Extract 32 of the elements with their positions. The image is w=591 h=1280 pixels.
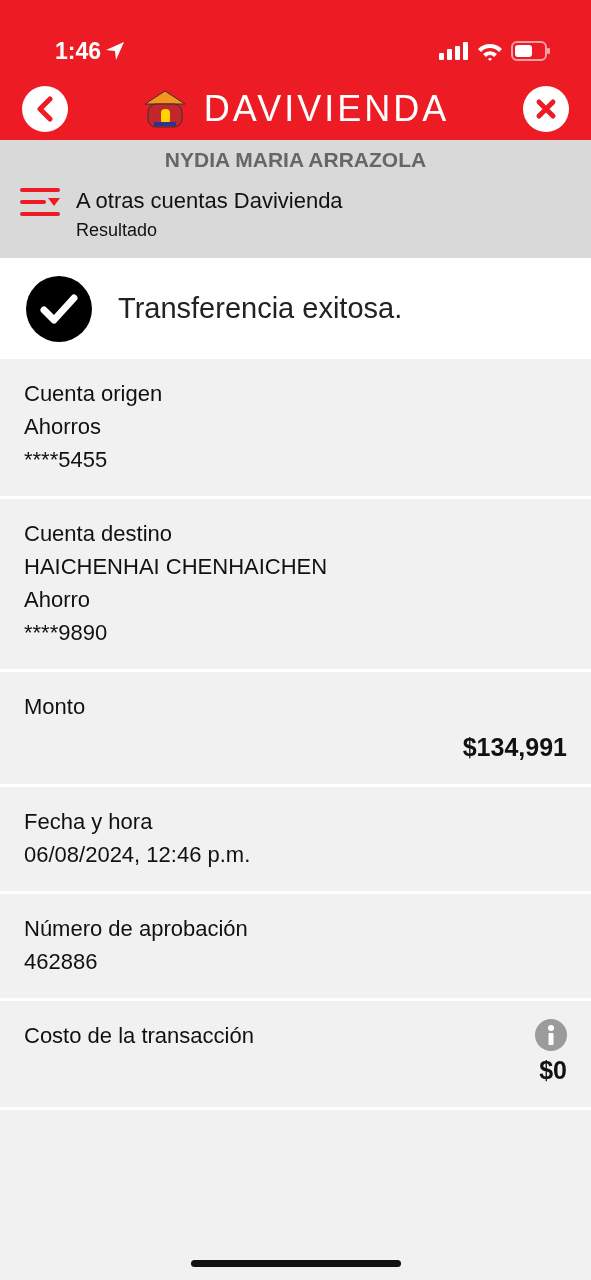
section-title: A otras cuentas Davivienda [76,186,343,215]
info-icon[interactable] [535,1019,567,1051]
battery-icon [511,41,551,61]
amount-value: $134,991 [461,732,567,763]
detail-value: ****9890 [24,619,109,647]
wifi-icon [477,41,503,61]
detail-label: Fecha y hora [24,808,153,836]
detail-value: ****5455 [24,446,109,474]
detail-label: Cuenta origen [24,380,163,408]
check-circle-icon [26,275,92,342]
close-button[interactable] [523,86,569,132]
detail-value: HAICHENHAI CHENHAICHEN [24,553,329,581]
detail-label: Monto [24,693,86,721]
detail-value: 06/08/2024, 12:46 p.m. [24,841,252,869]
brand-logo-text: DAVIVIENDA [203,87,450,131]
menu-icon[interactable] [20,187,60,216]
status-time: 1:46 [55,36,102,66]
back-button[interactable] [22,86,68,132]
detail-value: 462886 [24,948,99,976]
chevron-left-icon[interactable] [35,96,55,122]
detail-label: Número de aprobación [24,915,248,943]
detail-value: Ahorro [24,586,92,614]
detail-label: Cuenta destino [24,520,172,548]
user-name: NYDIA MARIA ARRAZOLA [163,147,428,173]
close-icon[interactable] [535,98,557,120]
signal-icon [439,42,469,60]
detail-value: Ahorros [24,413,103,441]
detail-label: Costo de la transacción [24,1022,254,1050]
section-subtitle: Resultado [76,218,159,242]
success-message: Transferencia exitosa. [118,290,403,326]
amount-value: $0 [538,1055,567,1086]
location-arrow-icon [105,41,126,61]
